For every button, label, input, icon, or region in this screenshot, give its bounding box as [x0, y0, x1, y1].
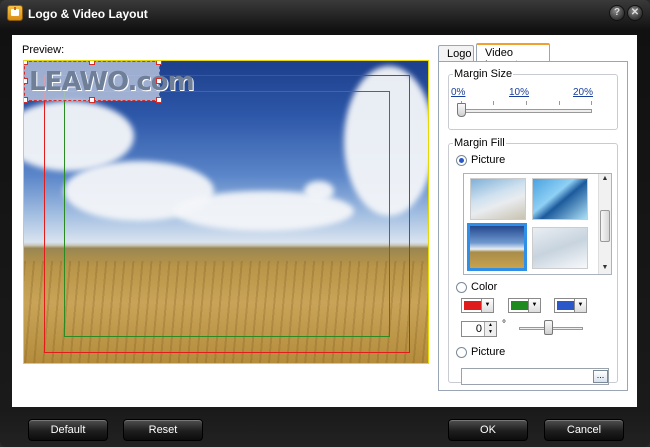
- slider-tick: [526, 101, 527, 105]
- color-picker-green[interactable]: ▼: [508, 298, 541, 313]
- resize-handle[interactable]: [24, 78, 28, 84]
- picture-file-radio-label[interactable]: Picture: [471, 346, 505, 358]
- slider-tick: [591, 101, 592, 105]
- resize-handle[interactable]: [89, 61, 95, 65]
- thumbnail-beach[interactable]: [470, 178, 526, 220]
- picture-file-radio[interactable]: [456, 347, 467, 358]
- picture-thumbnail-list[interactable]: ▲ ▼: [463, 173, 612, 275]
- slider-tick: [493, 101, 494, 105]
- help-button[interactable]: ?: [609, 5, 625, 21]
- preview-label: Preview:: [22, 44, 65, 56]
- scroll-down-icon[interactable]: ▼: [600, 263, 610, 273]
- dialog-content: Preview: LEAWO.com Logo Video Margin Siz…: [12, 35, 637, 407]
- resize-handle[interactable]: [156, 78, 162, 84]
- thumbnail-pool[interactable]: [532, 178, 588, 220]
- resize-handle[interactable]: [89, 97, 95, 103]
- rotation-value[interactable]: 0: [476, 323, 482, 335]
- opacity-thumb[interactable]: [544, 320, 553, 335]
- browse-button[interactable]: ...: [593, 370, 608, 383]
- chevron-down-icon[interactable]: ▼: [481, 299, 493, 312]
- margin-size-group: Margin Size 0% 10% 20%: [448, 68, 618, 130]
- picture-path-input[interactable]: [461, 368, 609, 385]
- tick-label-10[interactable]: 10%: [509, 87, 529, 98]
- color-picker-blue[interactable]: ▼: [554, 298, 587, 313]
- scroll-up-icon[interactable]: ▲: [600, 174, 610, 184]
- slider-tick: [559, 101, 560, 105]
- rotation-stepper[interactable]: 0 ▲ ▼: [461, 321, 497, 337]
- picture-radio[interactable]: [456, 155, 467, 166]
- green-swatch: [511, 301, 529, 310]
- inner-margin-rect[interactable]: [64, 91, 390, 337]
- resize-handle[interactable]: [156, 97, 162, 103]
- scroll-thumb[interactable]: [600, 210, 610, 242]
- thumbnail-scrollbar[interactable]: ▲ ▼: [598, 174, 611, 274]
- cancel-button[interactable]: Cancel: [544, 419, 624, 441]
- resize-handle[interactable]: [156, 61, 162, 65]
- tick-label-0[interactable]: 0%: [451, 87, 465, 98]
- close-button[interactable]: ✕: [627, 5, 643, 21]
- color-radio[interactable]: [456, 282, 467, 293]
- app-icon: [7, 5, 23, 21]
- red-swatch: [464, 301, 482, 310]
- margin-size-thumb[interactable]: [457, 103, 466, 117]
- logo-text: LEAWO.com: [29, 67, 195, 97]
- spin-down-icon[interactable]: ▼: [484, 329, 496, 336]
- chevron-down-icon[interactable]: ▼: [574, 299, 586, 312]
- thumbnail-field[interactable]: [467, 223, 527, 271]
- picture-radio-label[interactable]: Picture: [471, 154, 505, 166]
- margin-size-track[interactable]: [461, 109, 592, 113]
- default-button[interactable]: Default: [28, 419, 108, 441]
- thumbnail-snow[interactable]: [532, 227, 588, 269]
- tab-logo[interactable]: Logo: [438, 45, 474, 62]
- degree-label: °: [502, 319, 506, 330]
- chevron-down-icon[interactable]: ▼: [528, 299, 540, 312]
- color-radio-label[interactable]: Color: [471, 281, 497, 293]
- color-picker-red[interactable]: ▼: [461, 298, 494, 313]
- title-bar[interactable]: Logo & Video Layout ? ✕: [0, 0, 650, 28]
- preview-canvas[interactable]: LEAWO.com: [23, 60, 429, 364]
- video-layout-panel: Margin Size 0% 10% 20% Margin Fill Pictu…: [438, 61, 628, 391]
- tick-label-20[interactable]: 20%: [573, 87, 593, 98]
- spin-up-icon[interactable]: ▲: [484, 322, 496, 329]
- margin-fill-title: Margin Fill: [453, 137, 506, 149]
- window-title: Logo & Video Layout: [28, 7, 148, 21]
- blue-swatch: [557, 301, 575, 310]
- logo-overlay[interactable]: LEAWO.com: [24, 61, 195, 103]
- margin-fill-group: Margin Fill Picture ▲ ▼ Color ▼ ▼ ▼ 0 ▲ …: [448, 137, 618, 385]
- dialog-window: Logo & Video Layout ? ✕ Preview: LEAWO.c…: [0, 0, 650, 447]
- reset-button[interactable]: Reset: [123, 419, 203, 441]
- resize-handle[interactable]: [24, 97, 28, 103]
- ok-button[interactable]: OK: [448, 419, 528, 441]
- margin-size-title: Margin Size: [453, 68, 514, 80]
- tab-video-layout[interactable]: Video Layout: [476, 43, 550, 71]
- resize-handle[interactable]: [24, 61, 28, 65]
